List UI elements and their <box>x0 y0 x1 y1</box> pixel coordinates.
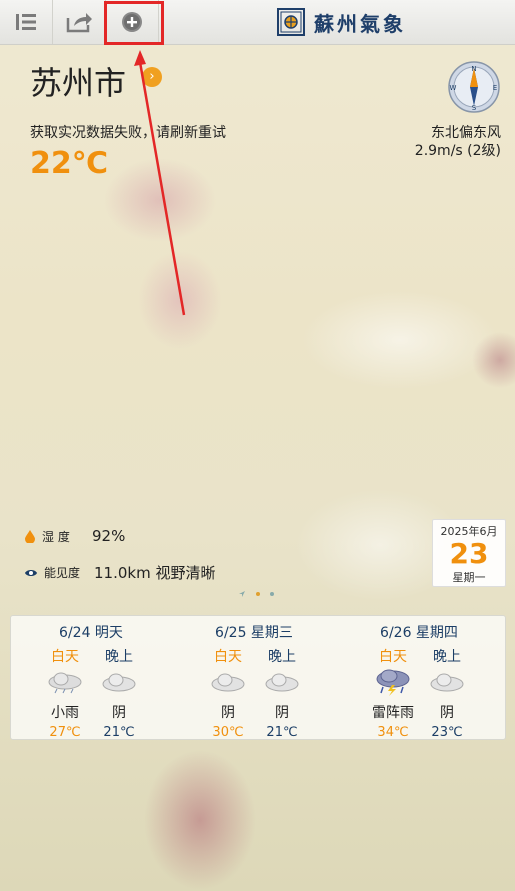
top-toolbar: 蘇州氣象 <box>0 0 515 45</box>
night-label: 晚上 <box>433 649 461 665</box>
page-indicator <box>238 590 274 598</box>
rain-cloud-icon <box>48 672 82 694</box>
app-logo: 蘇州氣象 <box>276 5 406 39</box>
humidity-row: 湿 度 92% <box>24 527 125 545</box>
day-label: 白天 <box>214 649 242 665</box>
page-dot <box>270 592 274 596</box>
cloud-icon <box>102 673 136 692</box>
visibility-value: 11.0km 视野清晰 <box>94 564 216 582</box>
humidity-value: 92% <box>92 527 126 545</box>
share-button[interactable] <box>53 0 106 44</box>
day-label: 白天 <box>379 649 407 665</box>
compass-w: W <box>450 84 457 92</box>
forecast-day: 6/26 星期四 白天 雷阵雨 34℃ 晚上 阴 23℃ <box>339 616 499 740</box>
status-message: 获取实况数据失败，请刷新重试 <box>30 125 226 141</box>
city-switch-icon[interactable]: › <box>142 67 162 87</box>
day-condition: 小雨 <box>51 705 79 721</box>
thunderstorm-icon <box>376 669 410 696</box>
share-icon <box>66 13 92 33</box>
humidity-label: 湿 度 <box>42 529 70 544</box>
night-condition: 阴 <box>112 705 126 721</box>
logo-text: 蘇州氣象 <box>314 11 406 36</box>
compass-n: N <box>471 65 476 73</box>
current-temperature: 22℃ <box>30 146 109 181</box>
wind-direction: 东北偏东风 <box>431 125 501 141</box>
humidity-drop-icon <box>25 530 35 543</box>
forecast-panel[interactable]: 6/24 明天 白天 小雨 27℃ 晚上 阴 21℃ 6/25 星期三 白天 阴… <box>10 615 506 740</box>
visibility-label: 能见度 <box>44 566 81 580</box>
night-label: 晚上 <box>105 649 133 665</box>
day-temp: 27℃ <box>49 725 81 740</box>
weekday: 星期一 <box>452 571 486 584</box>
city-name[interactable]: 苏州市 <box>30 58 126 104</box>
menu-button[interactable] <box>0 0 53 44</box>
day-condition: 雷阵雨 <box>372 705 414 721</box>
forecast-day: 6/25 星期三 白天 阴 30℃ 晚上 阴 21℃ <box>174 616 334 740</box>
day-temp: 30℃ <box>212 725 244 740</box>
night-temp: 23℃ <box>431 725 463 740</box>
day-number: 23 <box>449 537 489 570</box>
cloud-icon <box>430 673 464 692</box>
menu-icon <box>16 14 36 30</box>
location-page-icon <box>239 591 245 597</box>
night-label: 晚上 <box>268 649 296 665</box>
compass-icon: N S E W <box>448 61 500 113</box>
cloud-icon <box>211 673 245 692</box>
compass-e: E <box>493 84 497 92</box>
forecast-date: 6/25 星期三 <box>215 625 293 641</box>
night-temp: 21℃ <box>103 725 135 740</box>
night-temp: 21℃ <box>266 725 298 740</box>
forecast-date: 6/24 明天 <box>59 625 123 641</box>
eye-icon <box>25 569 37 576</box>
compass-s: S <box>472 104 477 112</box>
visibility-row: 能见度 11.0km 视野清晰 <box>24 562 215 583</box>
day-condition: 阴 <box>221 705 235 721</box>
day-label: 白天 <box>51 649 79 665</box>
forecast-day: 6/24 明天 白天 小雨 27℃ 晚上 阴 21℃ <box>11 616 171 740</box>
page-dot <box>256 592 260 596</box>
highlight-box <box>104 1 164 45</box>
cloud-icon <box>265 673 299 692</box>
date-card: 2025年6月 23 星期一 <box>432 519 506 587</box>
forecast-date: 6/26 星期四 <box>380 625 458 641</box>
night-condition: 阴 <box>440 705 454 721</box>
logo-emblem-icon <box>277 8 305 36</box>
wind-speed: 2.9m/s (2级) <box>414 143 501 159</box>
day-temp: 34℃ <box>377 725 409 740</box>
night-condition: 阴 <box>275 705 289 721</box>
